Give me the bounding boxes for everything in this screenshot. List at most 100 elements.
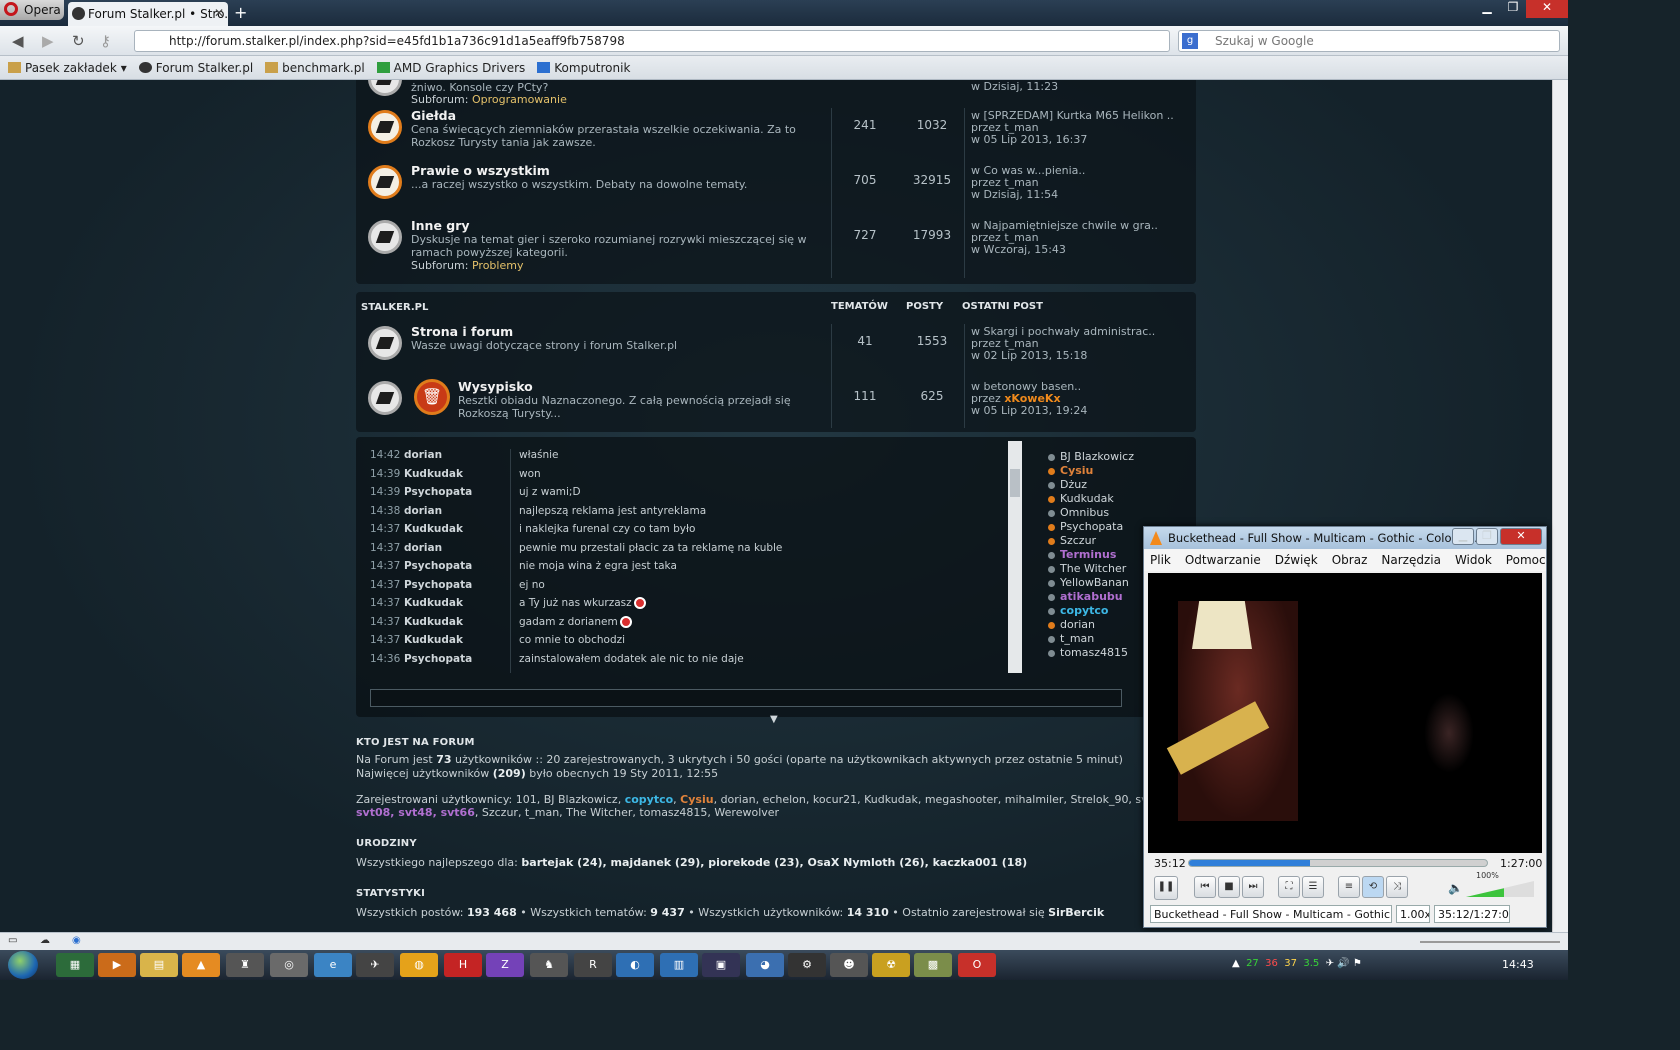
- key-icon[interactable]: ⚷: [100, 32, 111, 50]
- vlc-maximize-button[interactable]: ❐: [1476, 528, 1498, 545]
- bookmark-forum-stalker[interactable]: Forum Stalker.pl: [138, 61, 253, 75]
- menu-narzedzia[interactable]: Narzędzia: [1381, 553, 1441, 571]
- menu-obraz[interactable]: Obraz: [1332, 553, 1368, 571]
- taskbar-radiation-icon[interactable]: ☢: [872, 953, 910, 977]
- online-user[interactable]: Psychopata: [1048, 520, 1123, 533]
- taskbar-app-icon[interactable]: R: [574, 953, 612, 977]
- online-user[interactable]: t_man: [1048, 632, 1094, 645]
- menu-dzwiek[interactable]: Dźwięk: [1275, 553, 1318, 571]
- seek-bar[interactable]: [1188, 859, 1488, 867]
- menu-pomoc[interactable]: Pomoc: [1506, 553, 1546, 571]
- playlist-button[interactable]: ≡: [1338, 876, 1360, 898]
- forum-row-inne-gry[interactable]: Inne gry Dyskusje na temat gier i szerok…: [356, 218, 1196, 274]
- tray-expand-icon[interactable]: ▲: [1232, 958, 1240, 969]
- minimize-button[interactable]: ▁: [1474, 0, 1500, 18]
- online-user[interactable]: BJ Blazkowicz: [1048, 450, 1134, 463]
- taskbar-ie-icon[interactable]: e: [314, 953, 352, 977]
- shout-nick[interactable]: dorian: [404, 542, 509, 554]
- bookmark-benchmark[interactable]: benchmark.pl: [265, 61, 365, 75]
- pause-button[interactable]: ❚❚: [1154, 876, 1178, 900]
- forum-row-gielda[interactable]: Giełda Cena świecących ziemniaków przera…: [356, 108, 1196, 164]
- opera-menu-button[interactable]: Opera: [0, 0, 64, 20]
- bookmark-komputronik[interactable]: Komputronik: [537, 61, 630, 75]
- back-icon[interactable]: ◀: [12, 32, 24, 50]
- clock[interactable]: 14:43: [1502, 958, 1534, 971]
- taskbar-app-icon[interactable]: ▣: [702, 953, 740, 977]
- forward-icon[interactable]: ▶: [42, 32, 54, 50]
- shout-nick[interactable]: Kudkudak: [404, 597, 509, 609]
- online-user[interactable]: The Witcher: [1048, 562, 1126, 575]
- turbo-icon[interactable]: ☁: [40, 935, 50, 946]
- online-user[interactable]: Szczur: [1048, 534, 1096, 547]
- taskbar-app-icon[interactable]: ▥: [660, 953, 698, 977]
- taskbar-opera-icon[interactable]: O: [958, 953, 996, 977]
- taskbar-app-icon[interactable]: ◐: [616, 953, 654, 977]
- taskbar-folder-icon[interactable]: ▤: [140, 953, 178, 977]
- online-user[interactable]: Cysiu: [1048, 464, 1093, 477]
- playback-speed[interactable]: 1.00x: [1396, 905, 1430, 923]
- taskbar-app-icon[interactable]: ◕: [746, 953, 784, 977]
- taskbar-z-icon[interactable]: Z: [486, 953, 524, 977]
- volume-slider[interactable]: 100%: [1466, 871, 1536, 899]
- vlc-close-button[interactable]: ✕: [1500, 528, 1542, 545]
- shoutbox-scrollbar[interactable]: [1008, 441, 1022, 673]
- speaker-icon[interactable]: 🔈: [1448, 881, 1463, 895]
- online-user[interactable]: tomasz4815: [1048, 646, 1128, 659]
- forum-title[interactable]: Giełda: [411, 108, 456, 123]
- forum-title[interactable]: Wysypisko: [458, 379, 533, 394]
- forum-title[interactable]: Strona i forum: [411, 324, 513, 339]
- next-button[interactable]: ⏭: [1242, 876, 1264, 898]
- panel-toggle-icon[interactable]: ▭: [8, 935, 17, 946]
- shout-nick[interactable]: Psychopata: [404, 653, 509, 665]
- taskbar-h-icon[interactable]: H: [444, 953, 482, 977]
- start-button[interactable]: [8, 951, 38, 979]
- taskbar-app-icon[interactable]: ▩: [914, 953, 952, 977]
- shout-nick[interactable]: dorian: [404, 449, 509, 461]
- fullscreen-button[interactable]: ⛶: [1278, 876, 1300, 898]
- shuffle-button[interactable]: ⤨: [1386, 876, 1408, 898]
- shout-nick[interactable]: Psychopata: [404, 560, 509, 572]
- online-user[interactable]: Terminus: [1048, 548, 1116, 561]
- shout-nick[interactable]: Kudkudak: [404, 634, 509, 646]
- online-user[interactable]: YellowBanan: [1048, 576, 1129, 589]
- forum-title[interactable]: Inne gry: [411, 218, 470, 233]
- taskbar-steam-icon[interactable]: ⚙: [788, 953, 826, 977]
- taskbar-app-icon[interactable]: ☻: [830, 953, 868, 977]
- reload-icon[interactable]: ↻: [72, 32, 85, 50]
- close-tab-icon[interactable]: ✕: [214, 6, 224, 20]
- online-user[interactable]: Omnibus: [1048, 506, 1109, 519]
- shout-nick[interactable]: Kudkudak: [404, 523, 509, 535]
- taskbar-app-icon[interactable]: ✈: [356, 953, 394, 977]
- menu-widok[interactable]: Widok: [1455, 553, 1492, 571]
- online-user[interactable]: dorian: [1048, 618, 1095, 631]
- forum-row-strona-i-forum[interactable]: Strona i forum Wasze uwagi dotyczące str…: [356, 324, 1196, 380]
- address-input[interactable]: http://forum.stalker.pl/index.php?sid=e4…: [134, 30, 1170, 52]
- taskbar-app-icon[interactable]: ▦: [56, 953, 94, 977]
- online-user[interactable]: copytco: [1048, 604, 1108, 617]
- stop-button[interactable]: ■: [1218, 876, 1240, 898]
- shout-nick[interactable]: Kudkudak: [404, 616, 509, 628]
- taskbar-app-icon[interactable]: ◎: [270, 953, 308, 977]
- shout-nick[interactable]: Kudkudak: [404, 468, 509, 480]
- menu-odtwarzanie[interactable]: Odtwarzanie: [1185, 553, 1261, 571]
- forum-row-prawie-o-wszystkim[interactable]: Prawie o wszystkim ...a raczej wszystko …: [356, 163, 1196, 219]
- menu-plik[interactable]: Plik: [1150, 553, 1171, 571]
- subforum-link[interactable]: Problemy: [472, 259, 523, 272]
- zoom-slider[interactable]: [1420, 941, 1560, 943]
- subforum-link[interactable]: Oprogramowanie: [472, 93, 567, 106]
- online-user[interactable]: Kudkudak: [1048, 492, 1114, 505]
- previous-button[interactable]: ⏮: [1194, 876, 1216, 898]
- taskbar-vlc-icon[interactable]: ▲: [182, 953, 220, 977]
- equalizer-button[interactable]: ☰: [1302, 876, 1324, 898]
- bookmark-amd[interactable]: AMD Graphics Drivers: [376, 61, 525, 75]
- volume-tray-icon[interactable]: 🔊: [1337, 958, 1349, 969]
- page-scrollbar[interactable]: [1552, 80, 1568, 932]
- maximize-button[interactable]: ❐: [1500, 0, 1526, 18]
- bookmark-folder[interactable]: Pasek zakładek ▾: [8, 61, 127, 75]
- forum-row-wysypisko[interactable]: 🗑 Wysypisko Resztki obiadu Naznaczonego.…: [356, 379, 1196, 435]
- tab-forum-stalker[interactable]: Forum Stalker.pl • Stro... ✕: [68, 2, 228, 26]
- online-user[interactable]: atikabubu: [1048, 590, 1123, 603]
- shoutbox-input[interactable]: [370, 689, 1122, 707]
- online-user[interactable]: Dżuz: [1048, 478, 1087, 491]
- scroll-thumb[interactable]: [1010, 469, 1020, 497]
